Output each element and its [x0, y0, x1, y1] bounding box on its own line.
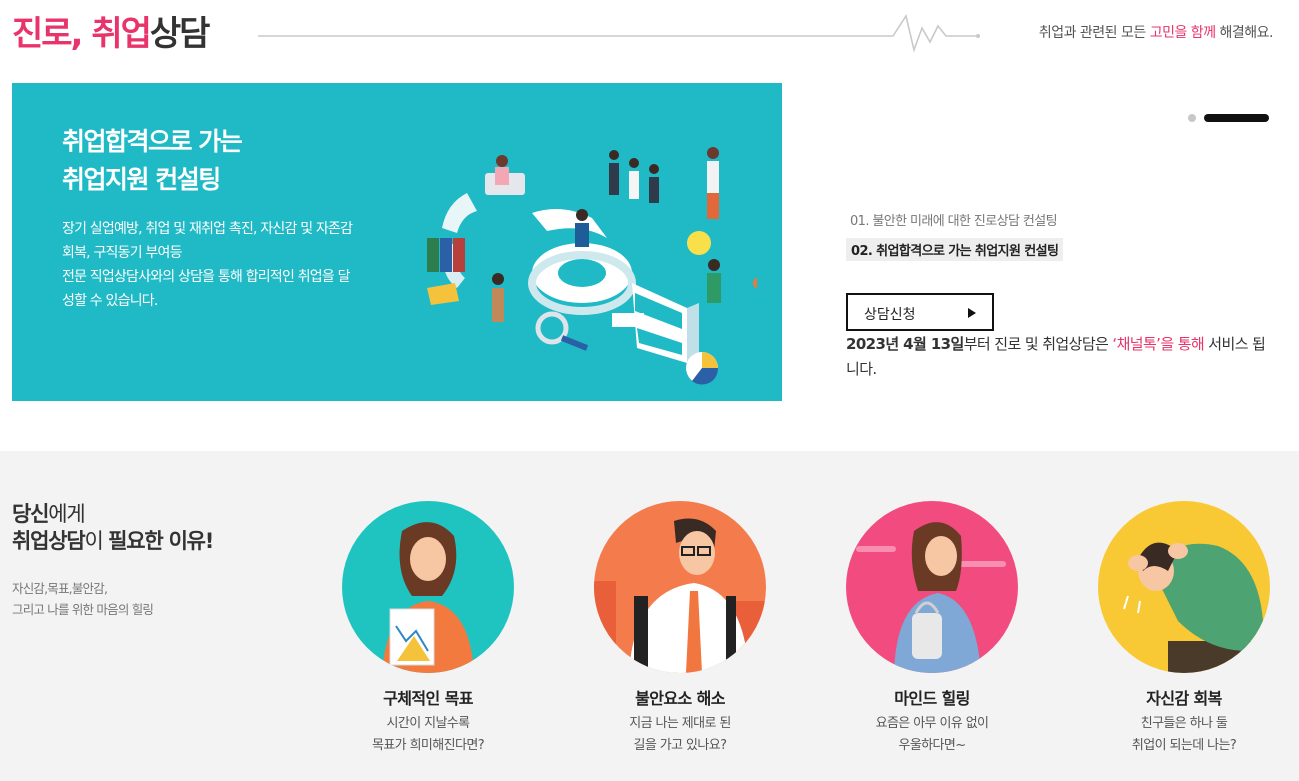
heading-bold: 취업상담: [12, 529, 86, 553]
consult-apply-button[interactable]: 상담신청: [846, 293, 994, 331]
reason-desc-line: 우울하다면~: [898, 738, 966, 753]
tagline-text-end: 해결해요.: [1215, 25, 1274, 41]
woman-with-bag-illustration: [846, 501, 1018, 673]
reason-desc-line: 요즘은 아무 이유 없이: [875, 716, 989, 731]
reasons-heading-line: 취업상담이 필요한 이유!: [12, 528, 214, 555]
reasons-heading: 당신에게 취업상담이 필요한 이유!: [12, 501, 214, 555]
reason-circle: [846, 501, 1018, 673]
reason-card-confidence: 자신감 회복 친구들은 하나 둘 취업이 되는데 나는?: [1074, 501, 1294, 771]
slider-pagination: [1188, 113, 1270, 123]
job-letters-illustration: [442, 193, 699, 363]
reason-desc-line: 친구들은 하나 둘: [1140, 716, 1228, 731]
reasons-subtitle: 자신감,목표,불안감, 그리고 나를 위한 마음의 힐링: [12, 578, 154, 620]
reason-title: 구체적인 목표: [383, 689, 473, 708]
reason-desc-line: 길을 가고 있나요?: [633, 738, 727, 753]
banner-slide[interactable]: 취업합격으로 가는 취업지원 컨설팅 장기 실업예방, 취업 및 재취업 촉진,…: [12, 83, 782, 401]
reason-desc-line: 시간이 지날수록: [386, 716, 470, 731]
banner-desc-line: 장기 실업예방, 취업 및 재취업 촉진, 자신감 및 자존감: [62, 221, 353, 237]
page: 진로, 취업상담 취업과 관련된 모든 고민을 함께 해결해요. 취업합격으로 …: [0, 0, 1299, 781]
reason-circle: [1098, 501, 1270, 673]
reason-title: 불안요소 해소: [635, 689, 725, 708]
slide-link-1[interactable]: 01. 불안한 미래에 대한 진로상담 컨설팅: [850, 210, 1058, 229]
heading-text: 에게: [48, 502, 85, 526]
page-title-highlight: 진로, 취업: [12, 14, 152, 54]
notice-highlight: ‘채널톡’을 통해: [1112, 335, 1205, 353]
slide-link-2-active[interactable]: 02. 취업합격으로 가는 취업지원 컨설팅: [846, 238, 1064, 261]
reason-desc-line: 목표가 희미해진다면?: [371, 738, 485, 753]
reasons-section: 당신에게 취업상담이 필요한 이유! 자신감,목표,불안감, 그리고 나를 위한…: [0, 451, 1299, 781]
reasons-subtitle-line: 자신감,목표,불안감,: [12, 581, 108, 596]
page-title: 진로, 취업상담: [12, 6, 211, 55]
notice-date: 2023년 4월 13일: [846, 335, 964, 353]
consult-apply-label: 상담신청: [864, 307, 916, 323]
play-arrow-icon: [968, 308, 976, 318]
reason-desc: 시간이 지날수록 목표가 희미해진다면?: [318, 713, 538, 757]
heading-bold: 필요한 이유!: [108, 529, 214, 553]
reason-desc: 지금 나는 제대로 된 길을 가고 있나요?: [570, 713, 790, 757]
header-tagline: 취업과 관련된 모든 고민을 함께 해결해요.: [1038, 22, 1274, 42]
banner-description: 장기 실업예방, 취업 및 재취업 촉진, 자신감 및 자존감 회복, 구직동기…: [62, 217, 392, 313]
banner-title-line: 취업지원 컨설팅: [62, 165, 221, 194]
anxious-man-illustration: [594, 501, 766, 673]
reason-circle: [594, 501, 766, 673]
service-notice: 2023년 4월 13일부터 진로 및 취업상담은 ‘채널톡’을 통해 서비스 …: [846, 332, 1276, 382]
banner-title: 취업합격으로 가는 취업지원 컨설팅: [62, 123, 243, 199]
reason-card-anxiety: 불안요소 해소 지금 나는 제대로 된 길을 가고 있나요?: [570, 501, 790, 771]
notice-text: 부터 진로 및 취업상담은: [963, 335, 1113, 353]
reason-card-goal: 구체적인 목표 시간이 지날수록 목표가 희미해진다면?: [318, 501, 538, 771]
heading-text: 이: [84, 529, 109, 553]
slider-dot-active[interactable]: [1204, 114, 1269, 122]
reason-desc: 친구들은 하나 둘 취업이 되는데 나는?: [1074, 713, 1294, 757]
heartbeat-line-icon: [258, 14, 980, 53]
job-illustration: [427, 147, 757, 385]
reasons-heading-line: 당신에게: [12, 501, 213, 528]
stressed-man-illustration: [1098, 501, 1270, 673]
reason-circle: [342, 501, 514, 673]
reason-title: 자신감 회복: [1146, 689, 1222, 708]
reason-card-healing: 마인드 힐링 요즘은 아무 이유 없이 우울하다면~: [822, 501, 1042, 771]
banner-desc-line: 전문 직업상담사와의 상담을 통해 합리적인 취업을 달: [62, 269, 350, 285]
banner-title-line: 취업합격으로 가는: [62, 127, 243, 156]
woman-with-chart-illustration: [342, 501, 514, 673]
reason-desc-line: 취업이 되는데 나는?: [1131, 738, 1237, 753]
tagline-highlight: 고민을 함께: [1149, 25, 1216, 41]
banner-desc-line: 회복, 구직동기 부여등: [62, 245, 182, 261]
reason-desc-line: 지금 나는 제대로 된: [629, 716, 731, 731]
reason-desc: 요즘은 아무 이유 없이 우울하다면~: [822, 713, 1042, 757]
slider-dot[interactable]: [1188, 114, 1196, 122]
header: 진로, 취업상담 취업과 관련된 모든 고민을 함께 해결해요.: [0, 0, 1299, 70]
reason-title: 마인드 힐링: [894, 689, 970, 708]
heading-bold: 당신: [12, 502, 49, 526]
page-title-rest: 상담: [149, 14, 211, 54]
banner-desc-line: 성할 수 있습니다.: [62, 293, 158, 309]
tagline-text: 취업과 관련된 모든: [1038, 25, 1150, 41]
reasons-subtitle-line: 그리고 나를 위한 마음의 힐링: [12, 602, 154, 617]
